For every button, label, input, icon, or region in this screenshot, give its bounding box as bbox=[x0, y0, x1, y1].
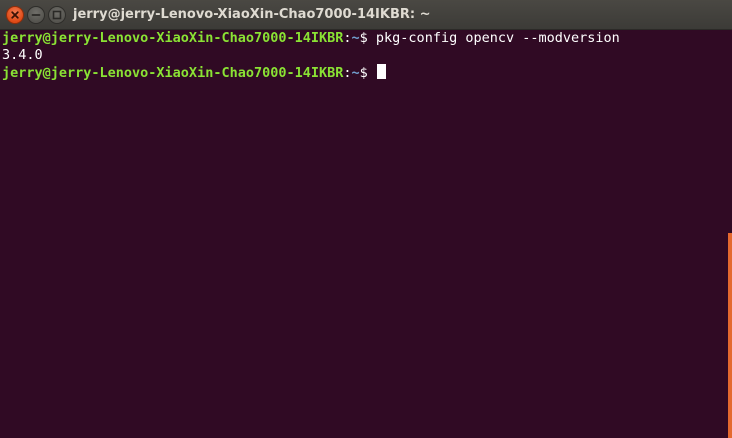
prompt-symbol: $ bbox=[359, 30, 376, 46]
maximize-button[interactable] bbox=[48, 6, 66, 24]
command-text: pkg-config opencv --modversion bbox=[375, 30, 620, 46]
close-icon bbox=[11, 11, 19, 19]
window-title: jerry@jerry-Lenovo-XiaoXin-Chao7000-14IK… bbox=[73, 7, 431, 22]
scrollbar-thumb[interactable] bbox=[728, 233, 732, 438]
prompt-path: ~ bbox=[351, 65, 360, 81]
prompt-separator: : bbox=[343, 30, 352, 46]
terminal-line: 3.4.0 bbox=[2, 47, 726, 64]
terminal-window: jerry@jerry-Lenovo-XiaoXin-Chao7000-14IK… bbox=[0, 0, 732, 438]
minimize-button[interactable] bbox=[27, 6, 45, 24]
prompt-symbol: $ bbox=[359, 65, 376, 81]
close-button[interactable] bbox=[6, 6, 24, 24]
title-bar[interactable]: jerry@jerry-Lenovo-XiaoXin-Chao7000-14IK… bbox=[0, 0, 732, 30]
prompt-separator: : bbox=[343, 65, 352, 81]
prompt-path: ~ bbox=[351, 30, 360, 46]
prompt-user-host: jerry@jerry-Lenovo-XiaoXin-Chao7000-14IK… bbox=[2, 30, 344, 46]
prompt-user-host: jerry@jerry-Lenovo-XiaoXin-Chao7000-14IK… bbox=[2, 65, 344, 81]
terminal-line: jerry@jerry-Lenovo-XiaoXin-Chao7000-14IK… bbox=[2, 30, 726, 47]
minimize-icon bbox=[31, 14, 41, 16]
scrollbar[interactable] bbox=[726, 30, 732, 438]
terminal-output[interactable]: jerry@jerry-Lenovo-XiaoXin-Chao7000-14IK… bbox=[0, 30, 726, 438]
maximize-icon bbox=[52, 10, 62, 20]
command-output: 3.4.0 bbox=[2, 47, 43, 63]
text-cursor bbox=[376, 64, 386, 79]
terminal-line: jerry@jerry-Lenovo-XiaoXin-Chao7000-14IK… bbox=[2, 64, 726, 81]
